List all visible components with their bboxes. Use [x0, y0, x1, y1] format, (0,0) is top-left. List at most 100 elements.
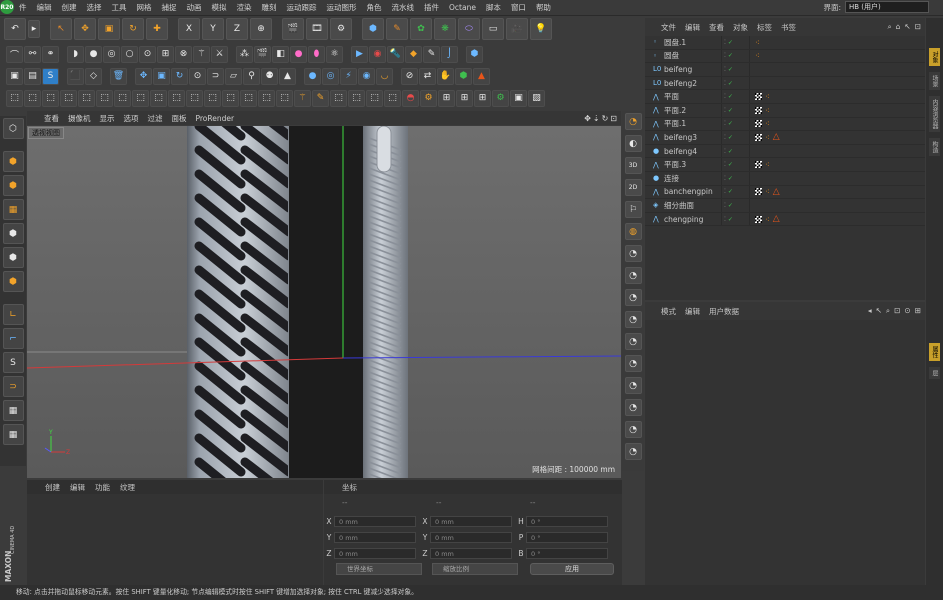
enabled-check-icon[interactable]: ✓	[728, 202, 733, 209]
octane-tool-j-icon[interactable]: ◔	[624, 443, 642, 460]
tool-j-icon[interactable]: ⬚	[168, 89, 185, 107]
menu-item-9[interactable]: 渲染	[232, 2, 257, 13]
octane-tool-a-icon[interactable]: ◔	[624, 245, 642, 262]
emitter-icon[interactable]: ◉	[358, 67, 375, 85]
size-y-field[interactable]: 0 mm	[430, 531, 512, 543]
menu-item-19[interactable]: 帮助	[531, 2, 556, 13]
grid-b-icon[interactable]: ⊞	[456, 89, 473, 107]
enabled-check-icon[interactable]: ✓	[728, 216, 733, 223]
editor-visibility-icon[interactable]: ⁚	[724, 161, 726, 168]
object-name[interactable]: 平面.1	[664, 118, 686, 129]
am-menu-edit[interactable]: 编辑	[685, 306, 700, 317]
deformer-icon[interactable]: ⬭	[458, 18, 480, 40]
position-z-field[interactable]: 0 mm	[334, 547, 416, 559]
object-name[interactable]: 连接	[664, 173, 679, 184]
points-mode-icon[interactable]: ⬢	[2, 223, 24, 244]
menu-item-12[interactable]: 运动图形	[322, 2, 362, 13]
clapboard-icon[interactable]: 🎬	[254, 45, 271, 63]
texture-tag-icon[interactable]	[755, 120, 762, 128]
om-menu-tags[interactable]: 标签	[757, 22, 772, 33]
light-icon[interactable]: 💡	[530, 18, 552, 40]
menu-item-1[interactable]: 编辑	[32, 2, 57, 13]
render-picture-icon[interactable]: 🎞	[306, 18, 328, 40]
texture-tag-icon[interactable]	[755, 106, 762, 114]
octane-tool-g-icon[interactable]: ◔	[624, 377, 642, 394]
tab-attributes[interactable]: 属性	[929, 343, 940, 361]
editor-visibility-icon[interactable]: ⁚	[724, 216, 726, 223]
menu-item-15[interactable]: 插件	[419, 2, 444, 13]
object-row[interactable]: L0 beifeng2 ⁚ ✓	[645, 76, 925, 91]
ring-blue-icon[interactable]: ◎	[322, 67, 339, 85]
coordinate-space-dropdown[interactable]: 世界坐标	[336, 563, 422, 575]
tool-s-icon[interactable]: ⬚	[366, 89, 383, 107]
phong-tag-icon[interactable]: △	[773, 132, 780, 142]
add-icon[interactable]: ✚	[146, 18, 168, 40]
menu-item-16[interactable]: Octane	[444, 3, 481, 12]
tool-p-icon[interactable]: ⬚	[276, 89, 293, 107]
viewport-menu-filter[interactable]: 过滤	[148, 113, 163, 124]
viewport-dolly-icon[interactable]: ⇣	[593, 114, 600, 123]
om-new-window-icon[interactable]: ⊡	[915, 22, 921, 32]
tool-g-icon[interactable]: ⬚	[114, 89, 131, 107]
am-lock-icon[interactable]: ⊡	[894, 306, 900, 316]
move-blue-icon[interactable]: ✥	[135, 67, 152, 85]
menu-item-7[interactable]: 动画	[182, 2, 207, 13]
octane-render-icon[interactable]: ◔	[624, 113, 642, 130]
editor-visibility-icon[interactable]: ⁚	[724, 148, 726, 155]
enabled-check-icon[interactable]: ✓	[728, 52, 733, 59]
grab-icon[interactable]: ✋	[437, 67, 454, 85]
knife-icon[interactable]: ⚔	[211, 45, 228, 63]
spline-icon[interactable]: ⌒	[6, 45, 23, 63]
enabled-check-icon[interactable]: ✓	[728, 188, 733, 195]
octane-tool-d-icon[interactable]: ◔	[624, 311, 642, 328]
rotate-blue-icon[interactable]: ↻	[171, 67, 188, 85]
figure-icon[interactable]: ⚉	[261, 67, 278, 85]
sky-icon[interactable]: ●	[304, 67, 321, 85]
scale-icon[interactable]: ▣	[98, 18, 120, 40]
snap-s-icon[interactable]: S	[2, 352, 24, 373]
visibility-cell[interactable]: ⁚ ✓	[721, 90, 749, 103]
make-editable-icon[interactable]: ⬡	[2, 118, 24, 139]
menu-item-0[interactable]: 件	[14, 2, 32, 13]
wand2-icon[interactable]: ⚚	[294, 89, 311, 107]
object-name[interactable]: beifeng	[664, 65, 692, 74]
menu-item-17[interactable]: 脚本	[481, 2, 506, 13]
link-icon[interactable]: ⚯	[24, 45, 41, 63]
visibility-cell[interactable]: ⁚ ✓	[721, 185, 749, 199]
doc-icon[interactable]: ▤	[24, 67, 41, 85]
octane-tool-b-icon[interactable]: ◔	[624, 267, 642, 284]
ring-icon[interactable]: ○	[121, 45, 138, 63]
trash-icon[interactable]: 🗑	[110, 67, 127, 85]
tab-objects[interactable]: 对象	[929, 48, 940, 66]
tool-i-icon[interactable]: ⬚	[150, 89, 167, 107]
bolt-icon[interactable]: ⚡	[340, 67, 357, 85]
om-pointer-icon[interactable]: ↖	[904, 22, 910, 32]
octane-tool-i-icon[interactable]: ◔	[624, 421, 642, 438]
viewport-pan-icon[interactable]: ✥	[584, 114, 591, 123]
object-name[interactable]: chengping	[664, 215, 703, 224]
enabled-check-icon[interactable]: ✓	[728, 39, 733, 46]
texture-mode-icon[interactable]: ⬢	[2, 175, 24, 196]
editor-visibility-icon[interactable]: ⁚	[724, 188, 726, 195]
viewport-orbit-icon[interactable]: ↻	[602, 114, 609, 123]
visibility-cell[interactable]: ⁚ ✓	[721, 131, 749, 144]
object-name[interactable]: beifeng4	[664, 147, 697, 156]
texture-tag-icon[interactable]	[755, 215, 762, 223]
object-row[interactable]: L0 beifeng ⁚ ✓	[645, 63, 925, 77]
rotate-icon[interactable]: ↻	[122, 18, 144, 40]
visibility-cell[interactable]: ⁚ ✓	[721, 199, 749, 212]
pencil-icon[interactable]: ✎	[312, 89, 329, 107]
enabled-check-icon[interactable]: ✓	[728, 107, 733, 114]
monitor2-icon[interactable]: ▣	[510, 89, 527, 107]
floor-icon[interactable]: ▭	[482, 18, 504, 40]
swatch-icon[interactable]: ◧	[272, 45, 289, 63]
coordinate-system-icon[interactable]: ⊕	[250, 18, 272, 40]
visibility-cell[interactable]: ⁚ ✓	[721, 212, 749, 226]
material-tag-icon[interactable]: ⁖	[765, 119, 770, 128]
plane-icon[interactable]: ▱	[225, 67, 242, 85]
am-menu-mode[interactable]: 模式	[661, 306, 676, 317]
menu-item-6[interactable]: 捕捉	[157, 2, 182, 13]
snap-magnet-icon[interactable]: ⊃	[2, 376, 24, 397]
menu-item-10[interactable]: 雕刻	[257, 2, 282, 13]
apply-button[interactable]: 应用	[530, 563, 614, 575]
